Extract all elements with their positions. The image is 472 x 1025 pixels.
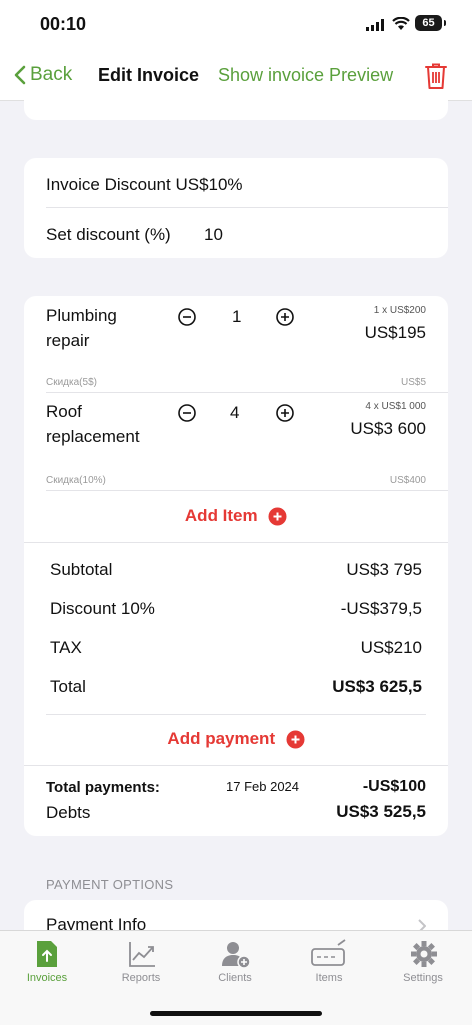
subtotal-value: US$3 795 [346,560,422,579]
invoice-items-card: Plumbing repair 1 1 x US$200 US$195 Скид… [24,296,448,836]
status-time: 00:10 [40,14,87,34]
cellular-signal-icon [366,19,384,31]
tab-clients[interactable]: Clients [188,931,282,991]
tab-reports[interactable]: Reports [94,931,188,991]
item-unit-price: 4 x US$1 000 [365,401,426,412]
total-payments-label: Total payments: [46,779,160,796]
set-discount-label: Set discount (%) [46,225,171,244]
tab-invoices[interactable]: Invoices [0,931,94,991]
add-item-button[interactable]: Add Item [24,506,448,526]
navigation-bar: Back Edit Invoice Show invoice Preview [0,52,472,101]
discount-value: -US$379,5 [340,599,422,618]
divider [24,765,448,766]
previous-card [24,100,448,120]
wifi-icon [392,17,410,30]
chart-icon [129,942,155,967]
set-discount-input[interactable]: 10 [204,225,223,245]
item-discount-label: Скидка(5$) [46,377,97,388]
item-total: US$3 600 [350,419,426,438]
status-bar: 00:10 65 [0,0,472,52]
payment-options-header: PAYMENT OPTIONS [46,877,174,892]
discount-card: Invoice Discount US$10% Set discount (%)… [24,158,448,258]
debts-value: US$3 525,5 [336,802,426,821]
tab-label: Items [315,972,343,984]
item-name: replacement [46,427,140,446]
ticket-icon [311,939,346,966]
total-label: Total [50,677,86,696]
total-value: US$3 625,5 [332,677,422,696]
total-payments-value: -US$100 [362,778,426,795]
item-name: Plumbing [46,306,117,325]
home-indicator [150,1011,322,1016]
plus-circle-icon[interactable] [276,308,294,326]
discount-label: Discount 10% [50,599,155,618]
item-discount-label: Скидка(10%) [46,475,106,486]
debts-label: Debts [46,803,91,822]
tax-value: US$210 [360,638,422,657]
plus-circle-filled-icon [268,507,287,525]
divider [24,542,448,543]
add-payment-label: Add payment [167,729,276,748]
show-preview-button[interactable]: Show invoice Preview [218,65,393,86]
tab-label: Clients [218,972,252,984]
minus-circle-icon[interactable] [178,404,196,422]
item-discount-value: US$400 [389,475,426,486]
item-quantity: 4 [230,403,240,422]
invoice-file-icon [37,941,57,967]
invoice-discount-label: Invoice Discount US$10% [46,175,243,194]
item-name: repair [46,331,90,350]
item-total: US$195 [364,323,426,342]
add-payment-button[interactable]: Add payment [24,729,448,749]
tab-settings[interactable]: Settings [376,931,470,991]
divider [46,714,426,715]
tab-label: Settings [403,972,443,984]
tax-label: TAX [50,638,82,657]
tab-label: Invoices [26,972,68,984]
battery-level: 65 [422,17,435,29]
payment-date: 17 Feb 2024 [226,779,300,794]
add-client-icon [222,942,251,969]
item-name: Roof [46,402,82,421]
item-discount-value: US$5 [400,377,426,388]
plus-circle-filled-icon [286,730,305,748]
divider [46,207,448,208]
subtotal-label: Subtotal [50,560,113,579]
chevron-left-icon [14,65,26,85]
plus-circle-icon[interactable] [276,404,294,422]
item-unit-price: 1 x US$200 [373,305,426,316]
back-button[interactable]: Back [14,64,72,86]
minus-circle-icon[interactable] [178,308,196,326]
page-title: Edit Invoice [98,65,200,85]
tab-label: Reports [121,972,161,984]
tab-items[interactable]: Items [282,931,376,991]
trash-icon[interactable] [424,62,448,90]
item-quantity: 1 [232,307,242,326]
divider [46,392,448,393]
gear-icon [411,941,437,967]
add-item-label: Add Item [184,506,258,525]
divider [46,490,448,491]
back-label: Back [30,64,73,85]
battery-icon: 65 [415,15,446,31]
